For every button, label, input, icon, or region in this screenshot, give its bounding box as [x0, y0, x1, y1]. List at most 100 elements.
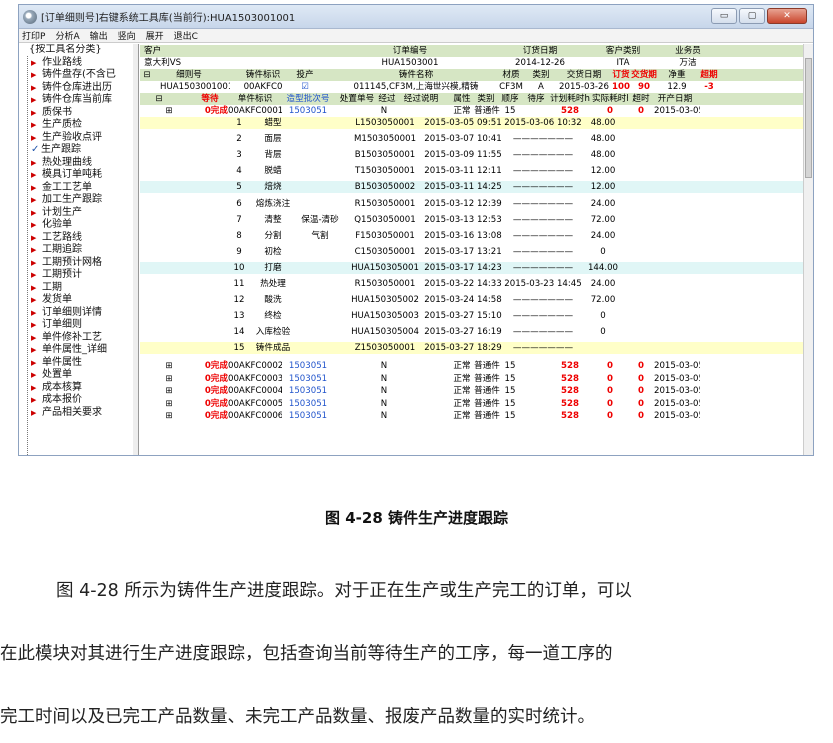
- process-code: B1503050001: [354, 150, 416, 161]
- tree-item[interactable]: ▶ 工期追踪: [19, 244, 138, 257]
- cell: 1503051: [288, 411, 328, 421]
- tree-item[interactable]: ▶ 计划生产: [19, 207, 138, 220]
- tree-item[interactable]: ▶ 铸件盘存(不含已: [19, 69, 138, 82]
- tree-item[interactable]: ▶ 金工工艺单: [19, 182, 138, 195]
- tree-item[interactable]: ▶ 模具订单吨耗: [19, 169, 138, 182]
- process-row[interactable]: 15 铸件成品 Z1503050001 2015-03-27 18:29 ———————: [140, 342, 803, 355]
- process-row[interactable]: 12 酸洗 HUA150305002 2015-03-24 14:58 ——————— 7…: [140, 294, 803, 307]
- process-row[interactable]: 14 入库检验 HUA150305004 2015-03-27 16:19 ——————…: [140, 326, 803, 339]
- arrow-right-icon: ▶: [31, 108, 37, 117]
- process-name: 铸件成品: [255, 343, 291, 354]
- collapse-icon[interactable]: ⊟: [142, 69, 152, 81]
- process-row[interactable]: 10 打磨 HUA150305001 2015-03-17 14:23 ——————— 1…: [140, 261, 803, 274]
- tree-item-label: 工期追踪: [42, 244, 82, 255]
- menu-item-3[interactable]: 竖向: [118, 29, 136, 42]
- expand-icon[interactable]: ⊞: [164, 398, 174, 410]
- tree-item[interactable]: ▶ 质保书: [19, 107, 138, 120]
- menu-item-5[interactable]: 退出C: [174, 29, 198, 42]
- expand-icon[interactable]: ⊞: [164, 360, 174, 372]
- minimize-button[interactable]: ▭: [711, 8, 737, 24]
- process-row[interactable]: 11 热处理 R1503050001 2015-03-22 14:33 2015-03-…: [140, 278, 803, 290]
- detail-cell: 2015-03-26: [559, 82, 609, 92]
- tree-item[interactable]: ▶ 单件属性: [19, 357, 138, 370]
- process-row[interactable]: 2 面层 M1503050001 2015-03-07 10:41 ——————— 48.…: [140, 133, 803, 146]
- tree-item[interactable]: ▶ 工期: [19, 282, 138, 295]
- tree-item[interactable]: ▶ 化验单: [19, 219, 138, 232]
- cell: 0完成: [204, 398, 228, 409]
- menu-item-1[interactable]: 分析A: [55, 29, 79, 42]
- tree-item[interactable]: ▶ 作业路线: [19, 57, 138, 70]
- tree-item[interactable]: ▶ 产品相关要求: [19, 407, 138, 420]
- tree-item[interactable]: ▶ 单件修补工艺: [19, 332, 138, 345]
- tree-item[interactable]: ▶ 成本报价: [19, 394, 138, 407]
- tree-item[interactable]: ▶ 热处理曲线: [19, 157, 138, 170]
- piece-row[interactable]: ⊞ 0完成 00AKFC0001 1503051 N 正常 普通件 15 528 0 0 2015-0…: [140, 105, 803, 117]
- piece-row[interactable]: ⊞ 0完成 00AKFC0005 1503051 N 正常 普通件 15 528 0 0 2015-0…: [140, 397, 803, 410]
- cell: 0: [607, 398, 613, 409]
- process-end: 2015-03-06 10:32: [504, 118, 582, 128]
- menu-item-4[interactable]: 展开: [146, 29, 164, 42]
- tree-item[interactable]: ✓ 生产跟踪: [19, 144, 138, 157]
- arrow-right-icon: ▶: [31, 371, 37, 379]
- tree-item[interactable]: ▶ 铸件仓库当前库: [19, 94, 138, 107]
- process-row[interactable]: 4 脱蜡 T1503050001 2015-03-11 12:11 ——————— 12.…: [140, 165, 803, 178]
- tree-item[interactable]: ▶ 单件属性_详细: [19, 344, 138, 357]
- process-start: 2015-03-17 14:23: [424, 262, 502, 273]
- tree-item[interactable]: ▶ 工艺路线: [19, 232, 138, 245]
- tree-item[interactable]: ▶ 成本核算: [19, 382, 138, 395]
- process-row[interactable]: 6 熔炼浇注 R1503050001 2015-03-12 12:39 ——————— 2…: [140, 197, 803, 210]
- close-button[interactable]: ✕: [767, 8, 807, 24]
- expand-icon[interactable]: ⊞: [164, 410, 174, 422]
- process-end: ———————: [512, 246, 574, 257]
- order-header[interactable]: 客户 订单编号 订货日期 客户类别 业务员: [140, 45, 803, 57]
- order-row[interactable]: 意大利VS HUA1503001 2014-12-26 ITA 万洁: [140, 57, 803, 69]
- tree-item[interactable]: ▶ 订单细则: [19, 319, 138, 332]
- tree-root[interactable]: {按工具名分类}: [19, 44, 138, 57]
- process-row[interactable]: 7 清整 保温-清砂 Q1503050001 2015-03-13 12:53 —————…: [140, 213, 803, 226]
- tree-item[interactable]: ▶ 工期预计: [19, 269, 138, 282]
- expand-icon[interactable]: ⊞: [164, 373, 174, 385]
- arrow-right-icon: ▶: [31, 283, 37, 292]
- process-row[interactable]: 8 分割 气割 F1503050001 2015-03-16 13:08 ——————— 2…: [140, 229, 803, 242]
- tree-item[interactable]: ▶ 工期预计网格: [19, 257, 138, 270]
- tree-item[interactable]: ▶ 订单细则详情: [19, 307, 138, 320]
- tree-item[interactable]: ▶ 生产质检: [19, 119, 138, 132]
- process-row[interactable]: 3 背层 B1503050001 2015-03-09 11:55 ——————— 48.…: [140, 149, 803, 162]
- arrow-right-icon: ▶: [31, 358, 37, 367]
- detail-row[interactable]: HUA1503001001 00AKFC0 ☑ 011145,CF3M,上海世兴模,精…: [140, 81, 803, 93]
- menu-item-0[interactable]: 打印P: [22, 29, 45, 42]
- piece-row[interactable]: ⊞ 0完成 00AKFC0004 1503051 N 正常 普通件 15 528 0 0 2015-0…: [140, 385, 803, 397]
- tree-item[interactable]: ▶ 生产验收点评: [19, 132, 138, 145]
- process-row[interactable]: 13 终检 HUA150305003 2015-03-27 15:10 ——————— 0: [140, 310, 803, 323]
- cell: 0: [638, 106, 644, 116]
- process-hours: 12.00: [590, 182, 616, 193]
- piece-row[interactable]: ⊞ 0完成 00AKFC0003 1503051 N 正常 普通件 15 528 0 0 2015-0…: [140, 372, 803, 385]
- tree-item[interactable]: ▶ 铸件仓库进出历: [19, 82, 138, 95]
- figure-caption: 图 4-28 铸件生产进度跟踪: [325, 509, 508, 527]
- cell: N: [380, 411, 388, 421]
- grid-scrollbar[interactable]: [803, 44, 813, 455]
- tree-item[interactable]: ▶ 发货单: [19, 294, 138, 307]
- piece-header[interactable]: ⊟ 等待 单件标识 造型批次号 处置单号 经过 经过说明 属性 类别 顺序 待序 计划耗时h 实际耗时h…: [140, 93, 803, 105]
- process-row[interactable]: 1 蜡型 L1503050001 2015-03-05 09:51 2015-03-06…: [140, 117, 803, 129]
- piece-row[interactable]: ⊞ 0完成 00AKFC0006 1503051 N 正常 普通件 15 528 0 0 2015-0…: [140, 410, 803, 422]
- menu-item-2[interactable]: 输出: [90, 29, 108, 42]
- maximize-button[interactable]: ▢: [739, 8, 765, 24]
- tree-item[interactable]: ▶ 加工生产跟踪: [19, 194, 138, 207]
- process-row[interactable]: 5 焙烧 B1503050002 2015-03-11 14:25 ——————— 12.…: [140, 181, 803, 194]
- tree-item[interactable]: ▶ 处置单: [19, 369, 138, 382]
- expand-icon[interactable]: ⊞: [164, 385, 174, 397]
- process-code: M1503050001: [353, 134, 417, 145]
- process-number: 2: [236, 134, 242, 145]
- process-start: 2015-03-24 14:58: [424, 295, 502, 306]
- cell: 2015-03-05: [654, 398, 700, 409]
- expand-icon[interactable]: ⊞: [164, 105, 174, 117]
- column-header: 业务员: [675, 46, 701, 56]
- collapse-icon[interactable]: ⊟: [154, 93, 164, 105]
- tree-scrollbar[interactable]: [133, 44, 138, 455]
- cell: 00AKFC0002: [228, 361, 282, 371]
- process-row[interactable]: 9 初检 C1503050001 2015-03-17 13:21 ——————— 0: [140, 245, 803, 258]
- tree-item-label: 化验单: [42, 219, 72, 230]
- piece-row[interactable]: ⊞ 0完成 00AKFC0002 1503051 N 正常 普通件 15 528 0 0 2015-0…: [140, 360, 803, 372]
- detail-header[interactable]: ⊟ 细则号 铸件标识 投产 铸件名称 材质 类别 交货日期 订货 交货期 净重 超期: [140, 69, 803, 81]
